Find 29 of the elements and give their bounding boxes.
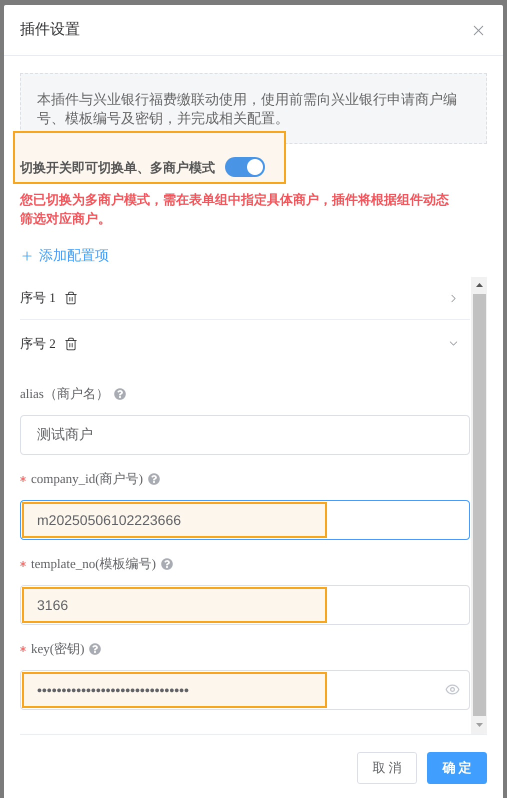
input-field[interactable]: 测试商户 [20,415,470,455]
cancel-button[interactable]: 取消 [357,752,417,784]
item-number: 序号 1 [20,289,56,308]
eye-icon[interactable] [445,682,460,697]
help-icon[interactable] [160,558,173,570]
help-icon[interactable] [114,388,126,400]
help-icon[interactable] [89,643,102,655]
field-label: company_id(商户号) [31,470,143,488]
scroll-down-icon[interactable] [476,723,482,727]
input-field[interactable]: m20250506102223666 [20,500,470,540]
warning-text: 您已切换为多商户模式，需在表单组中指定具体商户，插件将根据组件动态筛选对应商户。 [20,191,450,228]
scrollbar[interactable] [471,277,487,734]
collapse-header[interactable]: 序号 1 [20,277,470,320]
item-number: 序号 2 [20,334,56,353]
trash-icon[interactable] [64,336,78,350]
dialog-title: 插件设置 [20,20,80,40]
plus-icon[interactable] [20,248,34,262]
scroll-up-icon[interactable] [476,283,482,287]
notice-text: 本插件与兴业银行福费缴联动使用，使用前需向兴业银行申请商户编号、模板编号及密钥，并完成相关配置。 [37,90,458,128]
field-label: key(密钥) [31,640,84,658]
input-field[interactable]: 3166 [20,585,470,625]
field-label: alias（商户名） [20,385,109,404]
collapse-header[interactable]: 序号 2 [20,320,470,367]
input-field[interactable]: ••••••••••••••••••••••••••••••• [20,670,470,710]
help-icon[interactable] [148,473,160,485]
trash-icon[interactable] [64,291,78,305]
field-label: template_no(模板编号) [31,555,156,574]
switch-label: 切换开关即可切换单、多商户模式 [20,159,215,177]
mode-switch[interactable] [225,157,265,177]
